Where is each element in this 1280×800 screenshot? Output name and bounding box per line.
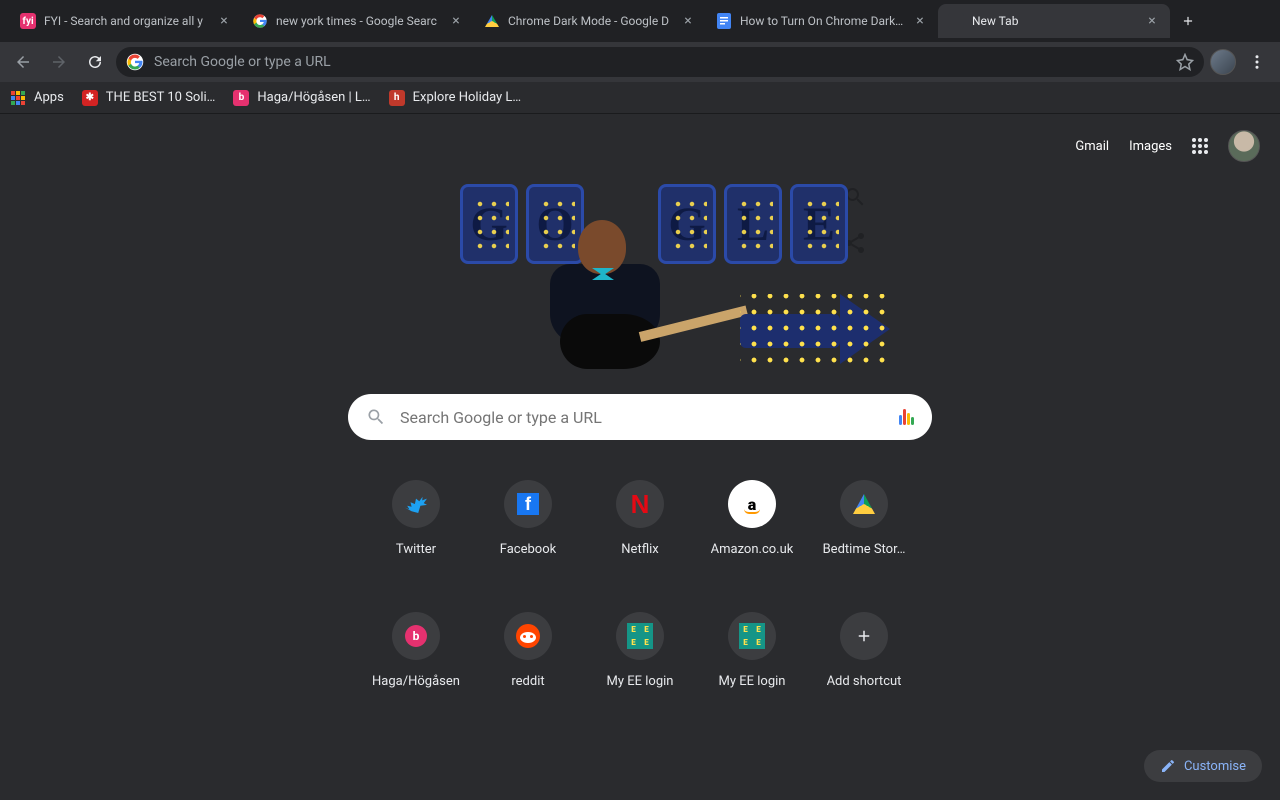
shortcuts-grid: Twitter f Facebook N Netflix a Amazon.co.uk… [360,480,920,732]
shortcut-label: Add shortcut [827,674,902,689]
reddit-icon [516,624,540,648]
shortcut-label: Twitter [396,542,436,557]
close-icon[interactable]: × [1144,13,1160,29]
shortcut-label: Amazon.co.uk [711,542,794,557]
menu-button[interactable] [1242,47,1272,77]
search-placeholder: Search Google or type a URL [400,408,885,427]
tab-favicon: fyi [20,13,36,29]
apps-icon [10,90,26,106]
bookmark-label: THE BEST 10 Soli… [106,90,216,105]
bookmark-yelp[interactable]: ✱ THE BEST 10 Soli… [82,90,216,106]
voice-search-icon[interactable] [899,409,914,425]
new-tab-page: Gmail Images G O G L E Search G [0,114,1280,800]
shortcut-label: Netflix [621,542,658,557]
tab-favicon [484,13,500,29]
shortcut-label: Haga/Högåsen [372,674,460,689]
star-icon[interactable] [1176,53,1194,71]
new-tab-button[interactable] [1174,7,1202,35]
shortcut-label: Facebook [500,542,556,557]
bookmark-haga[interactable]: b Haga/Högåsen | L… [233,90,370,106]
shortcut-amazon[interactable]: a Amazon.co.uk [696,480,808,600]
tab-fyi[interactable]: fyi FYI - Search and organize all y × [10,4,242,38]
shortcut-facebook[interactable]: f Facebook [472,480,584,600]
bookmark-label: Explore Holiday L… [413,90,522,105]
bookmark-holiday[interactable]: h Explore Holiday L… [389,90,522,106]
facebook-icon: f [517,493,539,515]
tab-title: How to Turn On Chrome Dark M [740,14,904,28]
forward-button[interactable] [44,47,74,77]
site-icon: b [405,625,427,647]
shortcut-bedtime[interactable]: Bedtime Stor… [808,480,920,600]
close-icon[interactable]: × [448,13,464,29]
amazon-icon: a [739,491,765,517]
omnibox[interactable]: Search Google or type a URL [116,47,1204,77]
reload-button[interactable] [80,47,110,77]
google-icon [126,53,144,71]
tab-new-tab[interactable]: New Tab × [938,4,1170,38]
tab-favicon [252,13,268,29]
pencil-icon [1160,758,1176,774]
shortcut-ee-1[interactable]: EEEE My EE login [584,612,696,732]
tab-title: Chrome Dark Mode - Google D [508,14,672,28]
tab-favicon [948,13,964,29]
top-links: Gmail Images [1075,130,1260,162]
shortcut-add[interactable]: Add shortcut [808,612,920,732]
netflix-icon: N [631,489,650,520]
tab-title: FYI - Search and organize all y [44,14,208,28]
bookmark-apps[interactable]: Apps [10,90,64,106]
tab-strip: fyi FYI - Search and organize all y × ne… [0,0,1280,42]
account-avatar[interactable] [1228,130,1260,162]
tab-favicon [716,13,732,29]
shortcut-ee-2[interactable]: EEEE My EE login [696,612,808,732]
shortcut-label: Bedtime Stor… [823,542,906,557]
google-doodle[interactable]: G O G L E [460,184,820,364]
ntp-search-box[interactable]: Search Google or type a URL [348,394,932,440]
gmail-link[interactable]: Gmail [1075,139,1109,154]
shortcut-netflix[interactable]: N Netflix [584,480,696,600]
close-icon[interactable]: × [912,13,928,29]
images-link[interactable]: Images [1129,139,1172,154]
site-icon: b [233,90,249,106]
site-icon: h [389,90,405,106]
shortcut-label: My EE login [719,674,786,689]
shortcut-label: reddit [511,674,544,689]
yelp-icon: ✱ [82,90,98,106]
tab-title: New Tab [972,14,1136,28]
bookmarks-bar: Apps ✱ THE BEST 10 Soli… b Haga/Högåsen … [0,82,1280,114]
bookmark-label: Haga/Högåsen | L… [257,90,370,105]
tab-google-search[interactable]: new york times - Google Searc × [242,4,474,38]
doodle-area: G O G L E Search Google or type a URL Tw… [0,114,1280,732]
search-icon [366,407,386,427]
bookmark-label: Apps [34,90,64,105]
tab-drive[interactable]: Chrome Dark Mode - Google D × [474,4,706,38]
plus-icon [855,627,873,645]
twitter-icon [405,495,427,513]
shortcut-reddit[interactable]: reddit [472,612,584,732]
tab-title: new york times - Google Searc [276,14,440,28]
shortcut-label: My EE login [607,674,674,689]
close-icon[interactable]: × [680,13,696,29]
ee-icon: EEEE [739,623,765,649]
shortcut-haga[interactable]: b Haga/Högåsen [360,612,472,732]
close-icon[interactable]: × [216,13,232,29]
omnibox-placeholder: Search Google or type a URL [154,54,1166,70]
profile-avatar[interactable] [1210,49,1236,75]
tab-docs[interactable]: How to Turn On Chrome Dark M × [706,4,938,38]
customise-label: Customise [1184,759,1246,774]
drive-icon [853,494,875,514]
customise-button[interactable]: Customise [1144,750,1262,782]
google-apps-icon[interactable] [1192,138,1208,154]
shortcut-twitter[interactable]: Twitter [360,480,472,600]
back-button[interactable] [8,47,38,77]
toolbar: Search Google or type a URL [0,42,1280,82]
ee-icon: EEEE [627,623,653,649]
